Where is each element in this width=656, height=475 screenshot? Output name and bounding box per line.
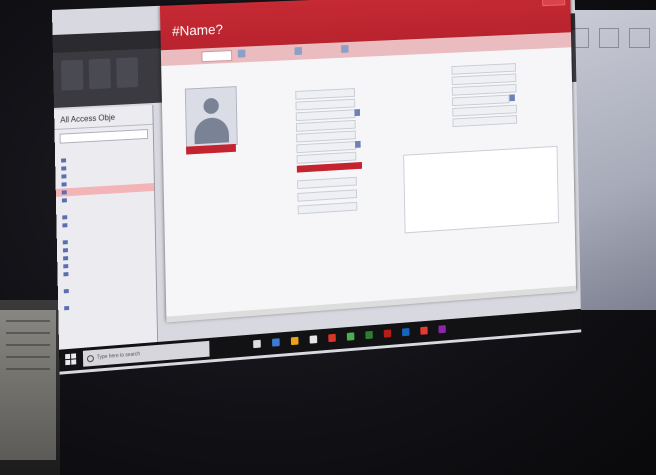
laptop-screen: All Access Obje #Name? Type here to sear…: [52, 0, 616, 380]
task-view-icon[interactable]: [253, 339, 261, 349]
dropdown-button[interactable]: [354, 109, 361, 117]
person-placeholder-icon: [184, 86, 238, 148]
app-icon[interactable]: [346, 332, 355, 341]
app-icon[interactable]: [420, 326, 428, 335]
toolbar-icon[interactable]: [237, 49, 246, 58]
navigation-pane: All Access Obje: [54, 104, 159, 350]
form-field[interactable]: [452, 115, 518, 128]
ribbon-tab[interactable]: [74, 34, 76, 52]
excel-icon[interactable]: [365, 330, 373, 340]
contact-form-window: #Name?: [159, 0, 577, 323]
word-icon[interactable]: [402, 328, 410, 337]
notes-field[interactable]: [403, 145, 559, 234]
close-button[interactable]: [542, 0, 566, 7]
folder-icon[interactable]: [290, 336, 299, 346]
toolbar-icon[interactable]: [294, 46, 303, 56]
toolbar-icon[interactable]: [341, 44, 349, 53]
form-field[interactable]: [295, 88, 356, 100]
red-action-button[interactable]: [296, 161, 363, 173]
form-title: #Name?: [171, 21, 224, 39]
store-icon[interactable]: [309, 335, 318, 344]
form-field[interactable]: [295, 98, 356, 111]
ribbon-button[interactable]: [116, 57, 139, 88]
search-placeholder: Type here to search: [96, 351, 141, 361]
view-button[interactable]: [61, 59, 84, 91]
access-icon[interactable]: [383, 329, 392, 338]
paste-button[interactable]: [88, 58, 111, 90]
form-field[interactable]: [452, 94, 510, 107]
dropdown-button[interactable]: [355, 140, 361, 148]
windows-start-icon[interactable]: [65, 353, 77, 366]
nav-search-input[interactable]: [59, 128, 149, 144]
form-field[interactable]: [297, 176, 357, 190]
form-field[interactable]: [297, 201, 358, 215]
search-icon: [86, 354, 94, 363]
goto-field[interactable]: [201, 50, 233, 63]
ribbon-tab[interactable]: [60, 35, 62, 53]
edge-icon[interactable]: [272, 338, 280, 347]
nav-title[interactable]: All Access Obje: [54, 105, 153, 130]
acrobat-icon[interactable]: [328, 333, 336, 343]
form-field[interactable]: [297, 189, 358, 202]
dropdown-button[interactable]: [509, 94, 515, 102]
ribbon-tab[interactable]: [87, 34, 89, 52]
app-icon[interactable]: [438, 325, 446, 334]
paper-sheet: [0, 310, 56, 460]
photo-button[interactable]: [186, 143, 236, 155]
